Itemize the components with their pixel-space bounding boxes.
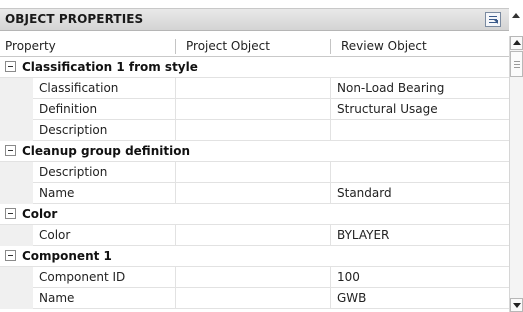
property-row[interactable]: Component ID 100 bbox=[0, 267, 509, 288]
column-header-project-object[interactable]: Project Object bbox=[181, 36, 329, 56]
palette-title: OBJECT PROPERTIES bbox=[5, 12, 144, 26]
review-value[interactable] bbox=[330, 120, 509, 140]
property-name: Name bbox=[39, 186, 75, 200]
property-name: Description bbox=[39, 165, 108, 179]
project-value[interactable] bbox=[175, 267, 330, 287]
collapse-toggle-icon[interactable] bbox=[5, 145, 16, 156]
scroll-down-button[interactable] bbox=[510, 298, 523, 312]
chevron-up-icon bbox=[513, 40, 521, 45]
review-value[interactable]: BYLAYER bbox=[330, 225, 509, 245]
property-name: Classification bbox=[39, 81, 119, 95]
row-gutter bbox=[0, 162, 33, 183]
project-value[interactable] bbox=[175, 183, 330, 203]
property-row[interactable]: Description bbox=[0, 162, 509, 183]
collapse-toggle-icon[interactable] bbox=[5, 61, 16, 72]
row-gutter bbox=[0, 288, 33, 309]
palette-title-bar[interactable]: OBJECT PROPERTIES bbox=[0, 8, 509, 31]
scroll-up-button[interactable] bbox=[510, 36, 523, 50]
project-value[interactable] bbox=[175, 288, 330, 308]
property-row[interactable]: Name Standard bbox=[0, 183, 509, 204]
property-name: Color bbox=[39, 228, 71, 242]
project-value[interactable] bbox=[175, 78, 330, 98]
column-header-property[interactable]: Property bbox=[0, 36, 175, 56]
collapse-toggle-icon[interactable] bbox=[5, 208, 16, 219]
property-name: Component ID bbox=[39, 270, 126, 284]
property-name: Name bbox=[39, 291, 75, 305]
project-value[interactable] bbox=[175, 99, 330, 119]
category-label: Component 1 bbox=[22, 249, 112, 263]
column-divider[interactable] bbox=[175, 39, 176, 54]
project-value[interactable] bbox=[175, 225, 330, 245]
collapse-caret-icon[interactable] bbox=[512, 13, 520, 18]
review-value[interactable] bbox=[330, 162, 509, 182]
property-name: Description bbox=[39, 123, 108, 137]
review-value[interactable]: Standard bbox=[330, 183, 509, 203]
property-row[interactable]: Name GWB bbox=[0, 288, 509, 309]
scroll-thumb[interactable] bbox=[510, 51, 523, 77]
category-row[interactable]: Classification 1 from style bbox=[0, 57, 509, 78]
category-row[interactable]: Cleanup group definition bbox=[0, 141, 509, 162]
review-value[interactable]: Structural Usage bbox=[330, 99, 509, 119]
property-name: Definition bbox=[39, 102, 98, 116]
property-row[interactable]: Description bbox=[0, 120, 509, 141]
row-gutter bbox=[0, 183, 33, 204]
property-grid: Classification 1 from style Classificati… bbox=[0, 57, 509, 309]
properties-options-icon[interactable] bbox=[485, 12, 501, 27]
category-label: Cleanup group definition bbox=[22, 144, 190, 158]
row-gutter bbox=[0, 120, 33, 141]
review-value[interactable]: 100 bbox=[330, 267, 509, 287]
object-properties-palette: OBJECT PROPERTIES Property Project Objec… bbox=[0, 0, 523, 312]
category-label: Color bbox=[22, 207, 58, 221]
row-gutter bbox=[0, 225, 33, 246]
project-value[interactable] bbox=[175, 162, 330, 182]
property-row[interactable]: Classification Non-Load Bearing bbox=[0, 78, 509, 99]
column-divider[interactable] bbox=[330, 39, 331, 54]
collapse-toggle-icon[interactable] bbox=[5, 250, 16, 261]
property-row[interactable]: Color BYLAYER bbox=[0, 225, 509, 246]
chevron-down-icon bbox=[513, 303, 521, 308]
row-gutter bbox=[0, 99, 33, 120]
review-value[interactable]: GWB bbox=[330, 288, 509, 308]
row-gutter bbox=[0, 267, 33, 288]
project-value[interactable] bbox=[175, 120, 330, 140]
category-row[interactable]: Color bbox=[0, 204, 509, 225]
vertical-scrollbar[interactable] bbox=[509, 36, 523, 312]
review-value[interactable]: Non-Load Bearing bbox=[330, 78, 509, 98]
category-label: Classification 1 from style bbox=[22, 60, 198, 74]
column-header-review-object[interactable]: Review Object bbox=[336, 36, 506, 56]
category-row[interactable]: Component 1 bbox=[0, 246, 509, 267]
property-row[interactable]: Definition Structural Usage bbox=[0, 99, 509, 120]
row-gutter bbox=[0, 78, 33, 99]
column-header-row: Property Project Object Review Object bbox=[0, 36, 509, 57]
